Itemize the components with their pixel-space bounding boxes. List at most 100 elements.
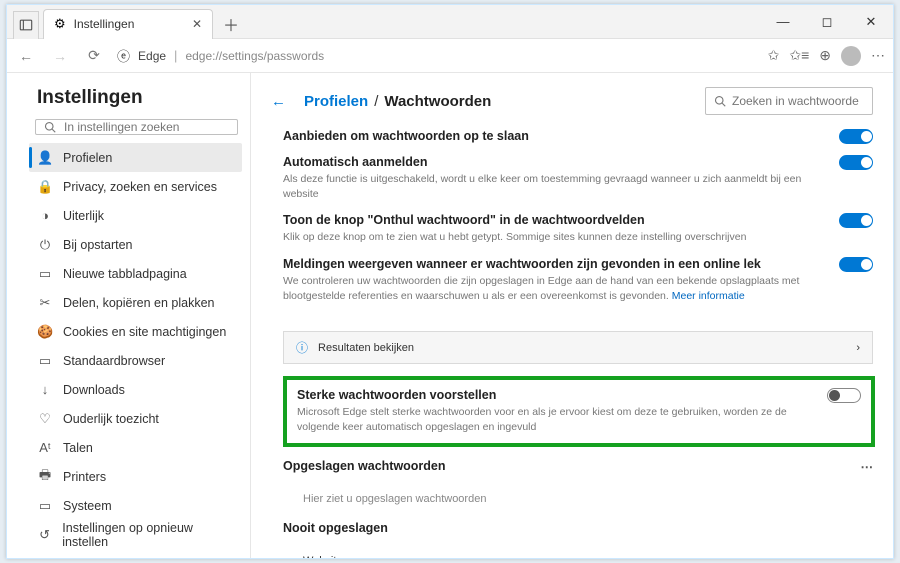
sidebar-item-0[interactable]: 👤 Profielen (29, 143, 242, 172)
sidebar-item-6[interactable]: 🍪 Cookies en site machtigingen (29, 317, 242, 346)
sidebar: Instellingen 👤 Profielen 🔒 Privacy, zoeken … (7, 73, 251, 558)
never-column-label: Website (283, 547, 873, 558)
sidebar-search-input[interactable] (64, 120, 229, 134)
sidebar-item-icon: ▭ (37, 498, 53, 514)
sidebar-item-icon: ✂ (37, 295, 53, 311)
toggle-suggest-strong-passwords[interactable] (827, 388, 861, 403)
breadcrumb: Profielen / Wachtwoorden (304, 93, 491, 110)
window-controls: — ◻ ✕ (761, 5, 893, 38)
maximize-button[interactable]: ◻ (805, 5, 849, 38)
toggle-2[interactable] (839, 213, 873, 228)
sidebar-item-1[interactable]: 🔒 Privacy, zoeken en services (29, 172, 242, 201)
address-bar: ← → ⟳ ⓔ Edge | edge://settings/passwords… (7, 39, 893, 73)
edge-logo-icon: ⓔ (117, 46, 130, 65)
close-window-button[interactable]: ✕ (849, 5, 893, 38)
sidebar-item-label: Ouderlijk toezicht (63, 412, 159, 426)
saved-passwords-section: Opgeslagen wachtwoorden ⋯ (283, 459, 873, 473)
sidebar-item-icon: ♡ (37, 411, 53, 427)
sidebar-item-13[interactable]: ↺Instellingen op opnieuw instellen (29, 520, 242, 549)
sidebar-title: Instellingen (37, 87, 242, 109)
sidebar-item-icon: 👤 (37, 150, 53, 166)
back-button[interactable]: ← (15, 48, 37, 64)
content-back-button[interactable]: ← (271, 93, 286, 110)
toggle-3[interactable] (839, 257, 873, 272)
sidebar-items: 👤 Profielen 🔒 Privacy, zoeken en services ◑U… (29, 143, 242, 558)
sidebar-item-label: Bij opstarten (63, 238, 132, 252)
sidebar-item-4[interactable]: ▭Nieuwe tabbladpagina (29, 259, 242, 288)
sidebar-item-icon: 🍪 (37, 324, 53, 340)
sidebar-item-14[interactable]: ▭ Telefoon en andere apparaten (29, 549, 242, 558)
content-search-input[interactable] (732, 94, 887, 108)
never-saved-section: Nooit opgeslagen (283, 521, 873, 535)
info-icon: ⓘ (296, 339, 308, 356)
sidebar-item-icon: ▭ (37, 353, 53, 369)
sidebar-item-9[interactable]: ♡ Ouderlijk toezicht (29, 404, 242, 433)
sidebar-item-10[interactable]: Aᵗ Talen (29, 433, 242, 462)
content-search[interactable] (705, 87, 873, 115)
setting-row-3: Meldingen weergeven wanneer er wachtwoor… (283, 257, 873, 303)
setting-title: Meldingen weergeven wanneer er wachtwoor… (283, 257, 823, 271)
results-info-row[interactable]: ⓘ Resultaten bekijken › (283, 331, 873, 364)
sidebar-item-icon: Aᵗ (37, 440, 53, 455)
star-icon[interactable]: ✩ (768, 47, 780, 64)
sidebar-item-11[interactable]: 🖶Printers (29, 462, 242, 491)
setting-row-1: Automatisch aanmeldenAls deze functie is… (283, 155, 873, 201)
overflow-menu[interactable]: ⋯ (861, 459, 874, 474)
refresh-button[interactable]: ⟳ (83, 47, 105, 64)
sidebar-item-2[interactable]: ◑Uiterlijk (29, 201, 242, 230)
sidebar-search[interactable] (35, 119, 238, 135)
toggle-0[interactable] (839, 129, 873, 144)
sidebar-item-label: Cookies en site machtigingen (63, 325, 226, 339)
sidebar-item-label: Privacy, zoeken en services (63, 180, 217, 194)
minimize-button[interactable]: — (761, 5, 805, 38)
saved-empty-text: Hier ziet u opgeslagen wachtwoorden (283, 485, 873, 509)
sidebar-item-8[interactable]: ↓Downloads (29, 375, 242, 404)
setting-desc: Als deze functie is uitgeschakeld, wordt… (283, 172, 823, 201)
setting-row-2: Toon de knop "Onthul wachtwoord" in de w… (283, 213, 873, 245)
sidebar-item-label: Nieuwe tabbladpagina (63, 267, 187, 281)
breadcrumb-current: Wachtwoorden (384, 93, 491, 110)
new-tab-button[interactable]: ＋ (217, 12, 245, 36)
search-icon (44, 121, 56, 133)
sidebar-item-label: Telefoon en andere apparaten (63, 557, 230, 559)
collections-icon[interactable]: ⊕ (819, 47, 831, 64)
favorites-icon[interactable]: ✩≡ (789, 47, 809, 64)
suggest-strong-passwords: Sterke wachtwoorden voorstellen Microsof… (283, 376, 875, 446)
search-icon (714, 95, 726, 107)
setting-desc: Klik op deze knop om te zien wat u hebt … (283, 230, 823, 245)
sidebar-item-label: Talen (63, 441, 93, 455)
sidebar-item-5[interactable]: ✂ Delen, kopiëren en plakken (29, 288, 242, 317)
avatar[interactable] (841, 46, 861, 66)
vertical-tabs-icon[interactable] (13, 11, 39, 39)
sidebar-item-3[interactable]: ⏻Bij opstarten (29, 230, 242, 259)
url-text: edge://settings/passwords (185, 49, 324, 63)
setting-title: Toon de knop "Onthul wachtwoord" in de w… (283, 213, 823, 227)
toolbar-right: ✩ ✩≡ ⊕ ⋯ (768, 46, 885, 66)
setting-title: Aanbieden om wachtwoorden op te slaan (283, 129, 823, 143)
browser-tab[interactable]: ⚙ Instellingen ✕ (43, 9, 213, 39)
sidebar-item-12[interactable]: ▭Systeem (29, 491, 242, 520)
sidebar-item-icon: 🖶 (37, 466, 53, 488)
sidebar-item-icon: ▭ (37, 556, 53, 559)
app-window: ⚙ Instellingen ✕ ＋ — ◻ ✕ ← → ⟳ ⓔ Edge | … (6, 4, 894, 559)
main-area: Instellingen 👤 Profielen 🔒 Privacy, zoeken … (7, 73, 893, 558)
title-bar: ⚙ Instellingen ✕ ＋ — ◻ ✕ (7, 5, 893, 39)
gear-icon: ⚙ (54, 16, 66, 32)
setting-desc: We controleren uw wachtwoorden die zijn … (283, 274, 823, 303)
sidebar-item-icon: 🔒 (37, 179, 53, 195)
overflow-menu[interactable]: ⋯ (871, 47, 885, 64)
sidebar-item-7[interactable]: ▭ Standaardbrowser (29, 346, 242, 375)
setting-title: Sterke wachtwoorden voorstellen (297, 388, 811, 402)
setting-desc: Microsoft Edge stelt sterke wachtwoorden… (297, 405, 811, 434)
sidebar-item-label: Standaardbrowser (63, 354, 165, 368)
close-icon[interactable]: ✕ (192, 17, 202, 31)
sidebar-item-label: Delen, kopiëren en plakken (63, 296, 215, 310)
content-pane: ← Profielen / Wachtwoorden Aanbieden om … (251, 73, 893, 558)
sidebar-item-label: Uiterlijk (63, 209, 104, 223)
omnibox[interactable]: ⓔ Edge | edge://settings/passwords (117, 46, 756, 65)
forward-button[interactable]: → (49, 48, 71, 64)
more-info-link[interactable]: Meer informatie (672, 290, 745, 302)
sidebar-item-label: Profielen (63, 151, 112, 165)
breadcrumb-parent[interactable]: Profielen (304, 93, 368, 110)
toggle-1[interactable] (839, 155, 873, 170)
